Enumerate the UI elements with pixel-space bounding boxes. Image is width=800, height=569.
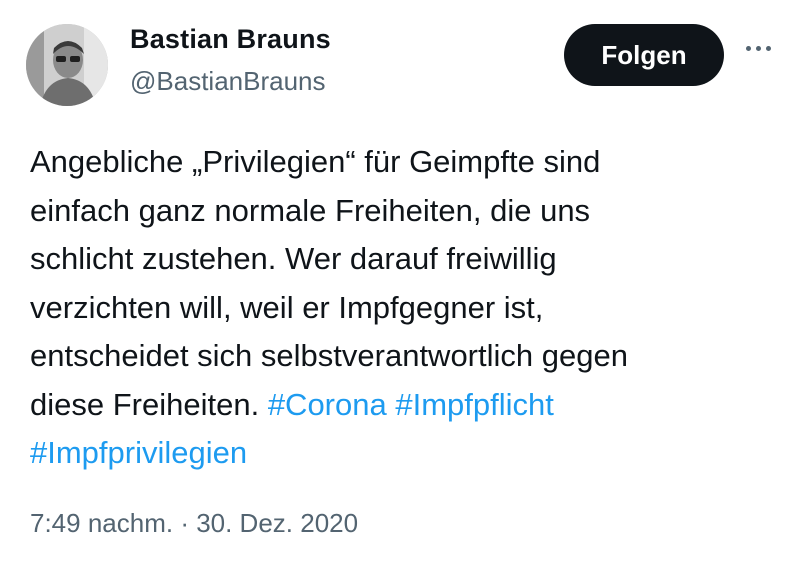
tweet-text: Angebliche „Privilegien“ für Geimpfte si… [30,138,790,478]
avatar[interactable] [26,24,108,106]
author-handle[interactable]: @BastianBrauns [130,66,326,97]
more-options-icon[interactable] [738,36,778,60]
follow-button[interactable]: Folgen [564,24,724,86]
tweet-timestamp[interactable]: 7:49 nachm. · 30. Dez. 2020 [30,508,358,539]
profile-photo-icon [26,24,108,106]
tweet-line: verzichten will, weil er Impfgegner ist, [30,289,544,325]
author-name[interactable]: Bastian Brauns [130,24,331,55]
tweet-line: schlicht zustehen. Wer darauf freiwillig [30,241,557,276]
tweet-line-with-hashtags: diese Freiheiten. #Corona #Impfpflicht [30,381,790,430]
tweet-line-hashtags: #Impfprivilegien [30,429,790,478]
tweet-line: einfach ganz normale Freiheiten, die uns [30,192,591,228]
tweet-line: diese Freiheiten. [30,386,260,422]
tweet-line: entscheidet sich selbstverantwortlich ge… [30,338,628,373]
dot [765,45,771,51]
hashtag-impfpflicht[interactable]: #Impfpflicht [395,387,554,422]
dot [745,45,751,51]
dot [755,45,761,51]
hashtag-corona[interactable]: #Corona [268,387,387,422]
hashtag-impfprivilegien[interactable]: #Impfprivilegien [30,435,247,470]
tweet-line: Angebliche „Privilegien“ für Geimpfte si… [30,144,601,179]
